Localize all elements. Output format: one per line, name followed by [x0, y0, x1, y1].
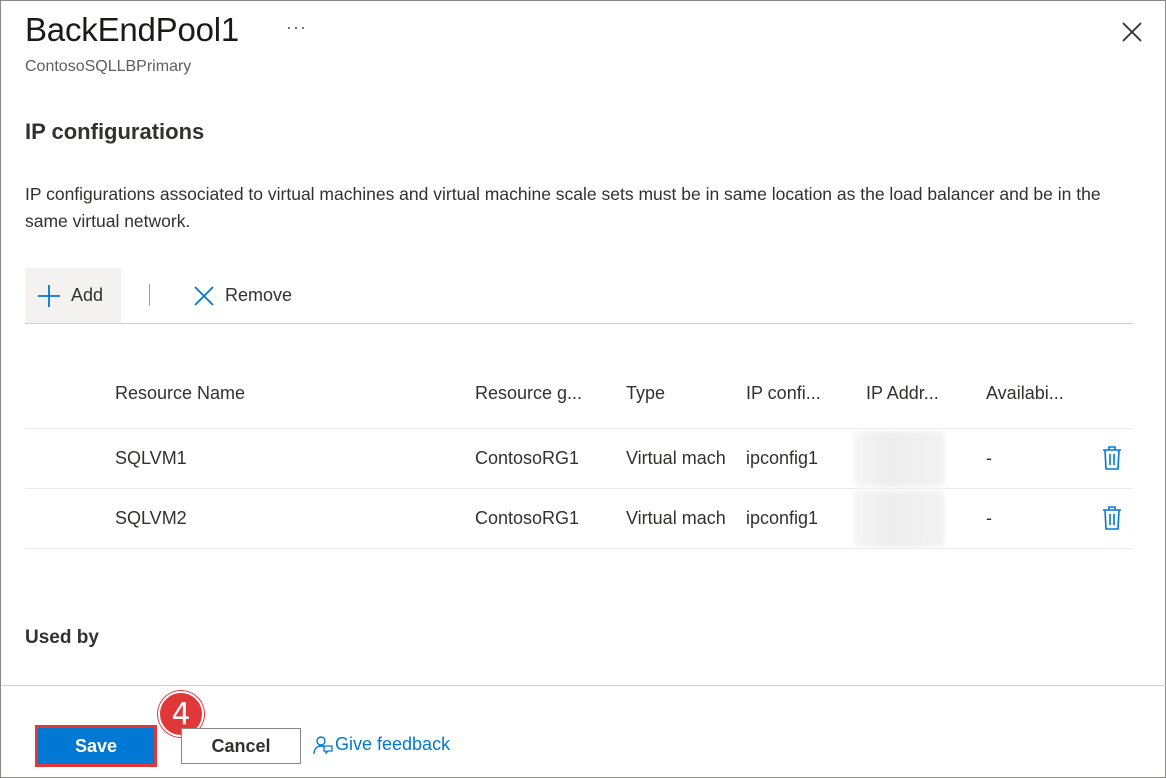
cell-resource-group: ContosoRG1: [475, 508, 580, 528]
page-title: BackEndPool1: [25, 11, 240, 48]
redacted-ip-address: [853, 431, 945, 487]
cell-resource-group: ContosoRG1: [475, 448, 580, 468]
cell-availability: -: [986, 448, 992, 468]
more-options-button[interactable]: ···: [286, 17, 307, 38]
cell-ip-config: ipconfig1: [746, 508, 819, 528]
feedback-person-icon: [313, 735, 333, 755]
cell-resource-name: SQLVM2: [115, 508, 187, 528]
add-label: Add: [71, 285, 104, 305]
ip-config-table: Resource Name Resource g... Type IP conf…: [25, 363, 1133, 549]
footer-divider: [1, 685, 1166, 686]
cell-ip-config: ipconfig1: [746, 448, 819, 468]
cell-availability: -: [986, 508, 992, 528]
save-button[interactable]: Save: [35, 725, 157, 767]
give-feedback-label: Give feedback: [335, 734, 451, 754]
cell-type: Virtual mach: [626, 448, 726, 468]
command-bar: Add Remove: [25, 268, 1133, 324]
page-subtitle: ContosoSQLLBPrimary: [25, 58, 192, 75]
close-icon: [1122, 22, 1142, 42]
plus-icon: [38, 284, 60, 307]
column-header-availability[interactable]: Availabi...: [986, 383, 1064, 404]
used-by-heading: Used by: [25, 627, 99, 648]
column-header-type[interactable]: Type: [626, 383, 665, 404]
give-feedback-link[interactable]: Give feedback: [313, 734, 450, 755]
table-header: Resource Name Resource g... Type IP conf…: [25, 363, 1133, 429]
toolbar-divider: [149, 284, 150, 306]
close-button[interactable]: [1119, 19, 1145, 45]
column-header-ip-address[interactable]: IP Addr...: [866, 383, 939, 404]
remove-x-icon: [194, 285, 214, 306]
section-description: IP configurations associated to virtual …: [25, 184, 1101, 231]
cell-type: Virtual mach: [626, 508, 726, 528]
remove-label: Remove: [225, 285, 293, 305]
column-header-ip-config[interactable]: IP confi...: [746, 383, 821, 404]
cancel-button[interactable]: Cancel: [181, 728, 301, 764]
table-row[interactable]: SQLVM1 ContosoRG1 Virtual mach ipconfig1…: [25, 429, 1133, 489]
blade-panel: BackEndPool1 ··· ContosoSQLLBPrimary IP …: [0, 0, 1166, 778]
table-row[interactable]: SQLVM2 ContosoRG1 Virtual mach ipconfig1…: [25, 489, 1133, 549]
add-button[interactable]: Add: [25, 268, 121, 323]
delete-row-button[interactable]: [1102, 505, 1122, 531]
redacted-ip-address: [853, 491, 945, 547]
column-header-resource-group[interactable]: Resource g...: [475, 383, 582, 404]
trash-icon: [1103, 446, 1121, 470]
trash-icon: [1103, 506, 1121, 530]
column-header-resource-name[interactable]: Resource Name: [115, 383, 245, 404]
delete-row-button[interactable]: [1102, 445, 1122, 471]
remove-button[interactable]: Remove: [193, 268, 292, 323]
section-title: IP configurations: [25, 119, 205, 144]
cell-resource-name: SQLVM1: [115, 448, 187, 468]
